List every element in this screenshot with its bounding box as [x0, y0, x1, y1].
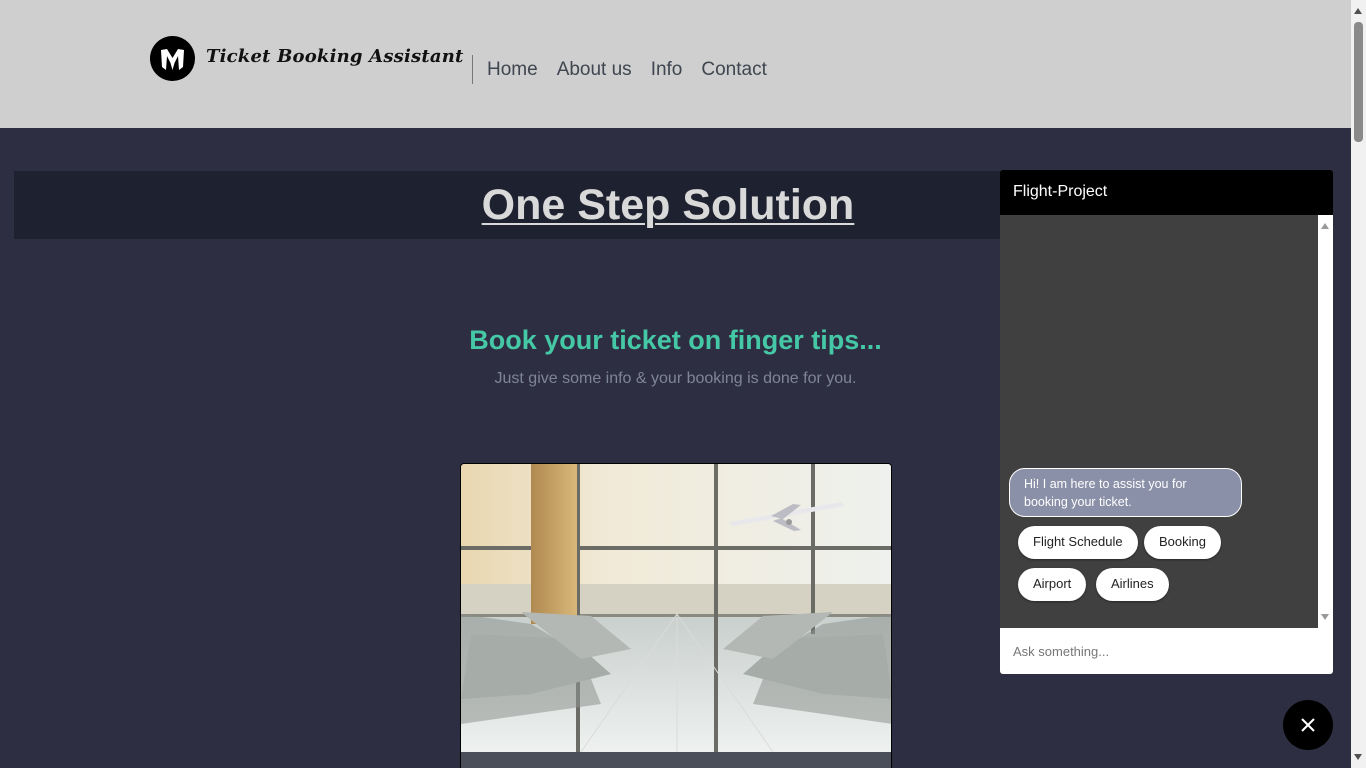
nav-info-link[interactable]: Info	[651, 59, 683, 81]
nav-contact-link[interactable]: Contact	[701, 59, 766, 81]
chat-widget: Flight-Project Hi! I am here to assist y…	[1000, 170, 1333, 674]
chat-scrollbar[interactable]	[1318, 215, 1333, 628]
chat-title: Flight-Project	[1000, 170, 1333, 215]
nav-home-link[interactable]: Home	[487, 59, 538, 81]
site-header: Ticket Booking Assistant Home About us I…	[0, 0, 1351, 128]
airport-terminal-image	[461, 464, 891, 768]
nav-about-link[interactable]: About us	[557, 59, 632, 81]
mask-logo-icon[interactable]	[150, 36, 195, 81]
chip-airlines[interactable]: Airlines	[1096, 568, 1169, 601]
scroll-up-arrow-icon[interactable]	[1321, 223, 1329, 229]
page-scrollbar[interactable]	[1351, 0, 1366, 768]
close-icon	[1301, 718, 1315, 732]
chip-flight-schedule[interactable]: Flight Schedule	[1018, 526, 1138, 559]
chip-booking[interactable]: Booking	[1144, 526, 1221, 559]
airport-image-card	[460, 463, 892, 768]
brand-title[interactable]: Ticket Booking Assistant	[206, 46, 464, 67]
close-chat-button[interactable]	[1283, 700, 1333, 750]
scroll-down-arrow-icon[interactable]	[1321, 614, 1329, 620]
nav-divider	[472, 55, 473, 84]
bot-message: Hi! I am here to assist you for booking …	[1009, 468, 1242, 517]
main-nav: Home About us Info Contact	[487, 59, 767, 81]
chat-input-bar	[1000, 628, 1333, 674]
chip-airport[interactable]: Airport	[1018, 568, 1087, 601]
page-scroll-down-icon[interactable]	[1354, 754, 1362, 760]
chat-input[interactable]	[1000, 628, 1333, 674]
page-scroll-thumb[interactable]	[1354, 22, 1363, 142]
page-scroll-up-icon[interactable]	[1354, 8, 1362, 14]
